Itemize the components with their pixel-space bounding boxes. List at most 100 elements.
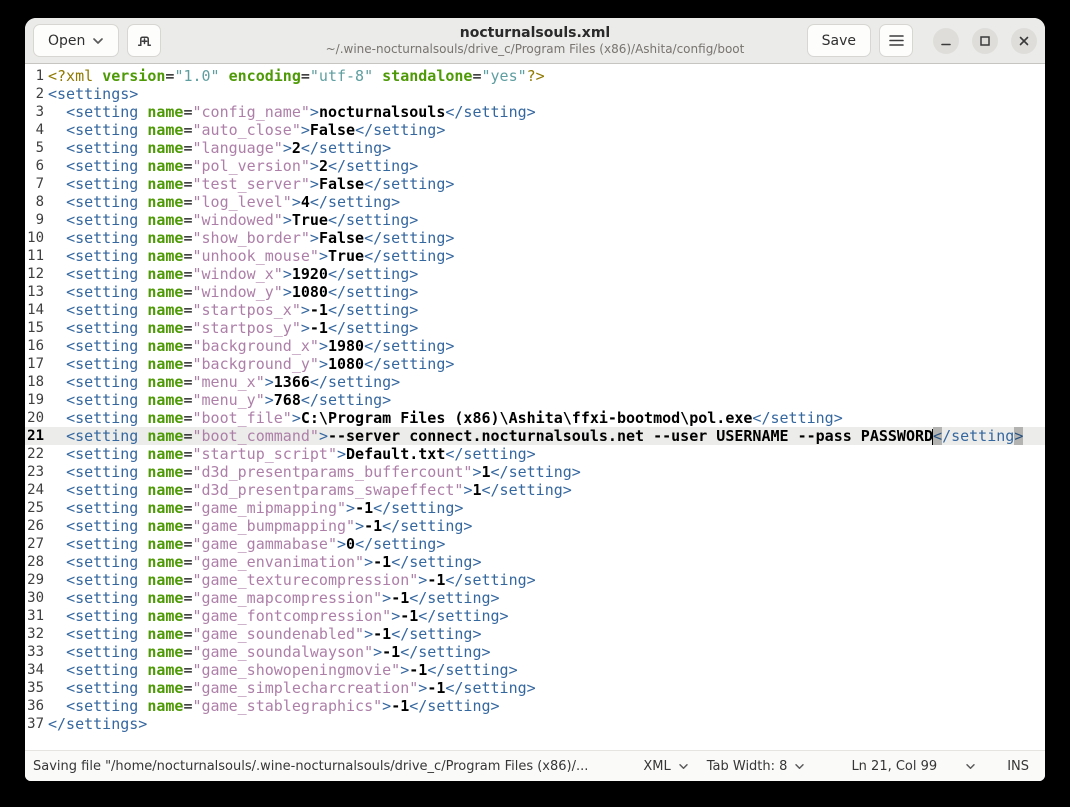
cursor-position-label: Ln 21, Col 99	[851, 758, 938, 774]
code-text: <setting name="game_soundenabled">-1</se…	[66, 625, 482, 643]
status-message: Saving file "/home/nocturnalsouls/.wine-…	[33, 758, 589, 774]
code-line[interactable]: 17 <setting name="background_y">1080</se…	[25, 355, 1045, 373]
code-line[interactable]: 35 <setting name="game_simplecharcreatio…	[25, 679, 1045, 697]
code-text: <setting name="background_x">1980</setti…	[66, 337, 455, 355]
code-text: <setting name="game_envanimation">-1</se…	[66, 553, 482, 571]
code-text: <setting name="window_x">1920</setting>	[66, 265, 419, 283]
code-line[interactable]: 11 <setting name="unhook_mouse">True</se…	[25, 247, 1045, 265]
code-text: <setting name="window_y">1080</setting>	[66, 283, 419, 301]
code-line[interactable]: 31 <setting name="game_fontcompression">…	[25, 607, 1045, 625]
code-line[interactable]: 30 <setting name="game_mapcompression">-…	[25, 589, 1045, 607]
code-line[interactable]: 34 <setting name="game_showopeningmovie"…	[25, 661, 1045, 679]
chevron-down-icon	[93, 37, 104, 44]
save-button-label: Save	[821, 32, 856, 49]
page-subtitle: ~/.wine-nocturnalsouls/drive_c/Program F…	[325, 41, 745, 56]
code-text: <setting name="pol_version">2</setting>	[66, 157, 419, 175]
code-line[interactable]: 18 <setting name="menu_x">1366</setting>	[25, 373, 1045, 391]
line-number: 35	[27, 680, 44, 696]
code-line[interactable]: 1 <?xml version="1.0" encoding="utf-8" st…	[25, 67, 1045, 85]
tab-width-selector[interactable]: Tab Width: 8	[707, 759, 806, 774]
code-line[interactable]: 32 <setting name="game_soundenabled">-1<…	[25, 625, 1045, 643]
line-number: 32	[27, 626, 44, 642]
code-text: <setting name="log_level">4</setting>	[66, 193, 401, 211]
code-line[interactable]: 7 <setting name="test_server">False</set…	[25, 175, 1045, 193]
code-text: <setting name="boot_file">C:\Program Fil…	[66, 409, 843, 427]
open-button[interactable]: Open	[33, 24, 120, 57]
code-line[interactable]: 15 <setting name="startpos_y">-1</settin…	[25, 319, 1045, 337]
line-number: 19	[27, 392, 44, 408]
code-line[interactable]: 16 <setting name="background_x">1980</se…	[25, 337, 1045, 355]
goto-line-button[interactable]	[965, 763, 976, 770]
line-number: 16	[27, 338, 44, 354]
code-text: <setting name="game_mapcompression">-1</…	[66, 589, 500, 607]
tab-width-label: Tab Width: 8	[706, 758, 788, 774]
line-number: 7	[35, 176, 44, 192]
text-editor-window: Open nocturnalsouls.xml ~/.wine-nocturna…	[25, 18, 1045, 781]
open-button-label: Open	[48, 32, 86, 49]
code-line[interactable]: 14 <setting name="startpos_x">-1</settin…	[25, 301, 1045, 319]
cursor-position[interactable]: Ln 21, Col 99	[851, 759, 937, 774]
language-selector[interactable]: XML	[643, 759, 688, 774]
hamburger-icon	[888, 35, 904, 46]
maximize-button[interactable]	[972, 27, 998, 54]
line-number: 37	[27, 716, 44, 732]
code-line[interactable]: 33 <setting name="game_soundalwayson">-1…	[25, 643, 1045, 661]
code-line[interactable]: 28 <setting name="game_envanimation">-1<…	[25, 553, 1045, 571]
code-line[interactable]: 22 <setting name="startup_script">Defaul…	[25, 445, 1045, 463]
code-line[interactable]: 2 <settings>	[25, 85, 1045, 103]
code-text: <setting name="game_simplecharcreation">…	[66, 679, 536, 697]
code-line[interactable]: 26 <setting name="game_bumpmapping">-1</…	[25, 517, 1045, 535]
code-line[interactable]: 4 <setting name="auto_close">False</sett…	[25, 121, 1045, 139]
code-text: <setting name="game_soundalwayson">-1</s…	[66, 643, 491, 661]
line-number: 26	[27, 518, 44, 534]
code-text: <setting name="background_y">1080</setti…	[66, 355, 455, 373]
code-line[interactable]: 12 <setting name="window_x">1920</settin…	[25, 265, 1045, 283]
line-number: 33	[27, 644, 44, 660]
code-text: <setting name="d3d_presentparams_bufferc…	[66, 463, 581, 481]
code-line[interactable]: 24 <setting name="d3d_presentparams_swap…	[25, 481, 1045, 499]
code-line[interactable]: 19 <setting name="menu_y">768</setting>	[25, 391, 1045, 409]
code-text: <setting name="auto_close">False</settin…	[66, 121, 446, 139]
line-number: 24	[27, 482, 44, 498]
code-line[interactable]: 6 <setting name="pol_version">2</setting…	[25, 157, 1045, 175]
code-line[interactable]: 27 <setting name="game_gammabase">0</set…	[25, 535, 1045, 553]
code-line[interactable]: 8 <setting name="log_level">4</setting>	[25, 193, 1045, 211]
minimize-button[interactable]	[933, 27, 959, 54]
line-number: 11	[27, 248, 44, 264]
line-number: 6	[35, 158, 44, 174]
code-line[interactable]: 5 <setting name="language">2</setting>	[25, 139, 1045, 157]
editor-lines[interactable]: 1 <?xml version="1.0" encoding="utf-8" st…	[25, 64, 1045, 750]
page-title: nocturnalsouls.xml	[459, 24, 611, 41]
code-text: <?xml version="1.0" encoding="utf-8" sta…	[48, 67, 545, 85]
code-line[interactable]: 9 <setting name="windowed">True</setting…	[25, 211, 1045, 229]
code-line[interactable]: 10 <setting name="show_border">False</se…	[25, 229, 1045, 247]
code-text: <setting name="game_stablegraphics">-1</…	[66, 697, 500, 715]
input-mode-label: INS	[1007, 758, 1029, 774]
line-number: 4	[35, 122, 44, 138]
line-number: 36	[27, 698, 44, 714]
maximize-icon	[980, 35, 990, 46]
line-number: 5	[35, 140, 44, 156]
code-line[interactable]: 13 <setting name="window_y">1080</settin…	[25, 283, 1045, 301]
code-line[interactable]: 25 <setting name="game_mipmapping">-1</s…	[25, 499, 1045, 517]
line-number: 25	[27, 500, 44, 516]
code-line[interactable]: 36 <setting name="game_stablegraphics">-…	[25, 697, 1045, 715]
line-number: 15	[27, 320, 44, 336]
input-mode-indicator[interactable]: INS	[1007, 759, 1029, 774]
code-line[interactable]: 37 </settings>	[25, 715, 1045, 733]
save-button[interactable]: Save	[806, 24, 871, 57]
minimize-icon	[941, 43, 951, 45]
new-tab-button[interactable]	[127, 24, 162, 57]
code-text: <setting name="game_texturecompression">…	[66, 571, 536, 589]
code-line[interactable]: 29 <setting name="game_texturecompressio…	[25, 571, 1045, 589]
close-button[interactable]	[1011, 27, 1037, 54]
menu-button[interactable]	[879, 24, 913, 57]
code-text: <setting name="startpos_x">-1</setting>	[66, 301, 419, 319]
line-number: 21	[27, 428, 44, 444]
code-line[interactable]: 3 <setting name="config_name">nocturnals…	[25, 103, 1045, 121]
language-label: XML	[643, 758, 671, 774]
code-line[interactable]: 20 <setting name="boot_file">C:\Program …	[25, 409, 1045, 427]
code-line[interactable]: 23 <setting name="d3d_presentparams_buff…	[25, 463, 1045, 481]
chevron-down-icon	[966, 763, 975, 769]
code-line[interactable]: 21 <setting name="boot_command">--server…	[25, 427, 1045, 445]
